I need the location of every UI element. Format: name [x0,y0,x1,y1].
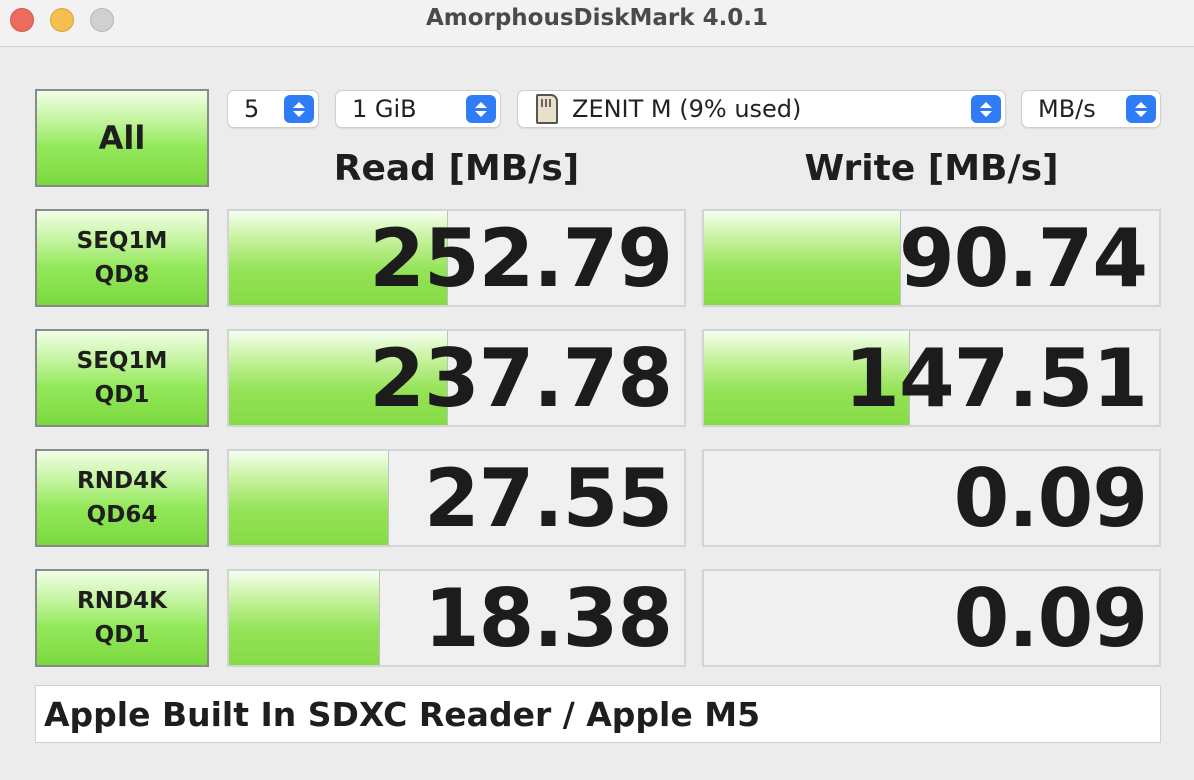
run-all-label: All [98,119,146,157]
test-name: RND4K [77,468,167,494]
read-value: 18.38 [423,571,673,665]
write-progress-bar [704,211,901,305]
drive-select[interactable]: ZENIT M (9% used) [517,90,1006,128]
test-size-select[interactable]: 1 GiB [335,90,501,128]
unit-value: MB/s [1038,95,1096,123]
test-queue: QD64 [86,502,158,528]
test-count-select[interactable]: 5 [227,90,319,128]
read-result-seq1m-qd1: 237.78 [227,329,686,427]
chevron-updown-icon [466,95,496,123]
test-count-value: 5 [244,95,260,123]
read-progress-bar [229,571,381,665]
test-button-seq1m-qd1[interactable]: SEQ1M QD1 [35,329,209,427]
window-title: AmorphousDiskMark 4.0.1 [425,5,769,31]
test-queue: QD1 [94,382,150,408]
write-value: 90.74 [898,211,1148,305]
read-value: 27.55 [423,451,673,545]
read-result-rnd4k-qd1: 18.38 [227,569,686,667]
read-progress-bar [229,451,390,545]
comment-field[interactable]: Apple Built In SDXC Reader / Apple M5 [35,685,1161,743]
write-value: 0.09 [953,451,1148,545]
test-button-rnd4k-qd1[interactable]: RND4K QD1 [35,569,209,667]
chevron-updown-icon [284,95,314,123]
read-column-header: Read [MB/s] [333,148,580,189]
write-result-seq1m-qd1: 147.51 [702,329,1161,427]
write-result-seq1m-qd8: 90.74 [702,209,1161,307]
test-button-seq1m-qd8[interactable]: SEQ1M QD8 [35,209,209,307]
read-result-rnd4k-qd64: 27.55 [227,449,686,547]
read-value: 252.79 [369,211,673,305]
write-column-header: Write [MB/s] [804,148,1059,189]
test-queue: QD1 [94,622,150,648]
test-size-value: 1 GiB [352,95,417,123]
title-bar: AmorphousDiskMark 4.0.1 [0,0,1194,47]
write-value: 147.51 [844,331,1148,425]
run-all-button[interactable]: All [35,89,209,187]
test-name: RND4K [77,588,167,614]
test-button-rnd4k-qd64[interactable]: RND4K QD64 [35,449,209,547]
test-name: SEQ1M [76,348,168,374]
write-result-rnd4k-qd64: 0.09 [702,449,1161,547]
write-value: 0.09 [953,571,1148,665]
drive-value: ZENIT M (9% used) [572,95,802,123]
test-name: SEQ1M [76,228,168,254]
chevron-updown-icon [1126,95,1156,123]
test-queue: QD8 [94,262,150,288]
comment-text: Apple Built In SDXC Reader / Apple M5 [44,694,761,734]
write-result-rnd4k-qd1: 0.09 [702,569,1161,667]
read-value: 237.78 [369,331,673,425]
read-result-seq1m-qd8: 252.79 [227,209,686,307]
chevron-updown-icon [971,95,1001,123]
unit-select[interactable]: MB/s [1021,90,1161,128]
sd-card-icon [536,94,558,124]
